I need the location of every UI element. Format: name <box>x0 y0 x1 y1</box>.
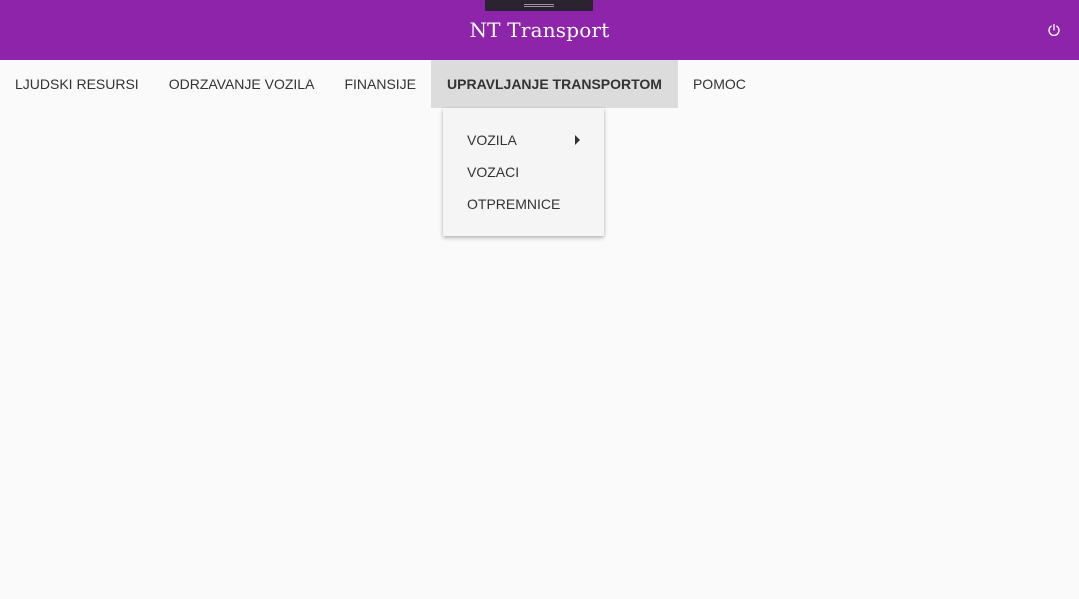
menu-item-vozaci[interactable]: VOZACI <box>467 163 519 181</box>
nav-item-upravljanje-transportom[interactable]: UPRAVLJANJE TRANSPORTOM <box>431 60 678 108</box>
logo-image <box>485 0 593 11</box>
nav-item-finansije[interactable]: FINANSIJE <box>329 60 431 108</box>
app-title: NT Transport <box>469 18 610 42</box>
nav-item-pomoc[interactable]: POMOC <box>678 60 761 108</box>
app-header: NT Transport <box>0 0 1079 60</box>
main-nav: LJUDSKI RESURSI ODRZAVANJE VOZILA FINANS… <box>0 60 761 108</box>
menu-item-otpremnice[interactable]: OTPREMNICE <box>467 195 560 213</box>
menu-item-vozila[interactable]: VOZILA <box>467 131 517 149</box>
transport-dropdown-menu: VOZILA VOZACI OTPREMNICE <box>443 108 604 236</box>
nav-item-odrzavanje-vozila[interactable]: ODRZAVANJE VOZILA <box>154 60 330 108</box>
power-icon[interactable] <box>1046 22 1062 38</box>
caret-right-icon <box>575 135 580 145</box>
nav-item-ljudski-resursi[interactable]: LJUDSKI RESURSI <box>0 60 154 108</box>
